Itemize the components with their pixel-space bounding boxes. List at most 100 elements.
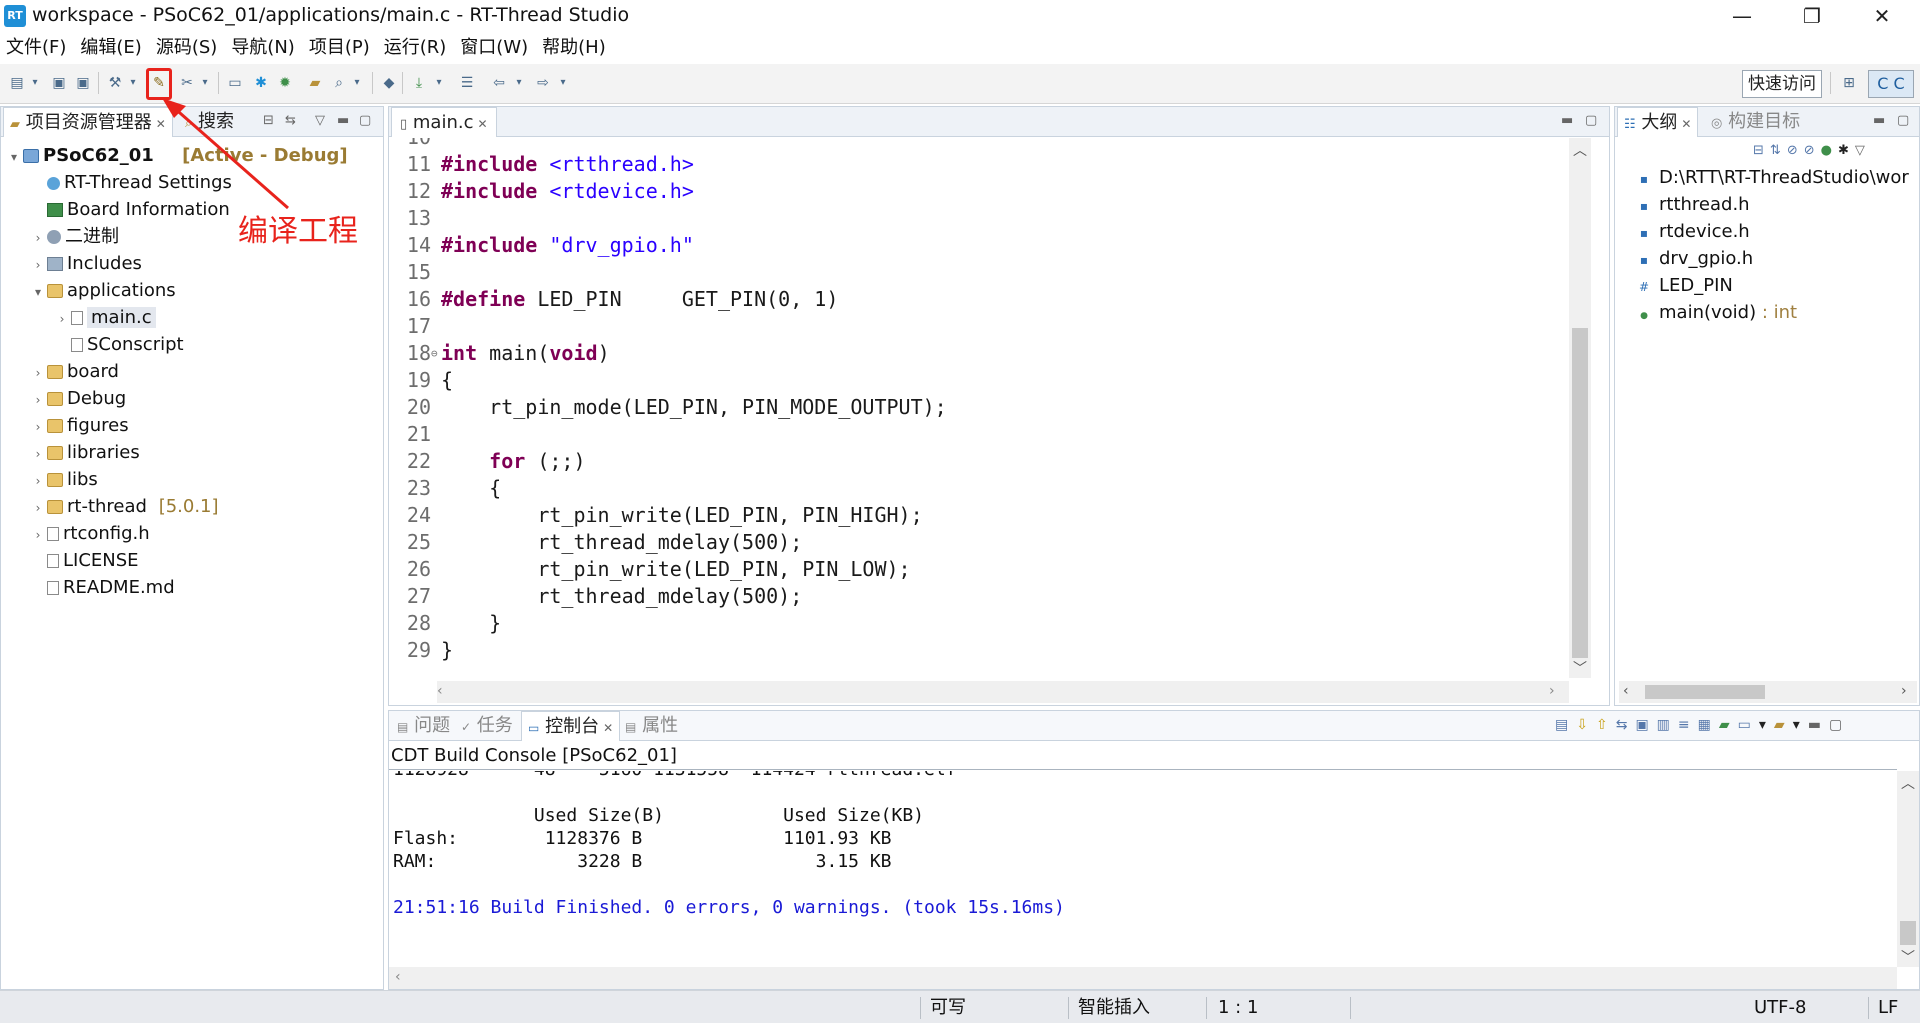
settings-gear-icon[interactable]: ✱ <box>252 74 270 92</box>
scroll-up-icon[interactable]: ︿ <box>1901 773 1915 793</box>
scroll-up-icon[interactable]: ︿ <box>1573 140 1587 160</box>
tab-tasks[interactable]: ✓ 任务 <box>457 711 517 741</box>
forward-dropdown-icon[interactable]: ▾ <box>558 74 568 92</box>
tab-outline[interactable]: ☷ 大纲 ✕ <box>1617 107 1699 137</box>
download-dropdown-icon[interactable]: ▾ <box>434 74 444 92</box>
outline-item[interactable]: ▪ D:\RTT\RT-ThreadStudio\wor <box>1637 165 1909 191</box>
minimize-icon[interactable]: ▬ <box>1808 717 1829 733</box>
debug-bug-icon[interactable]: ✹ <box>276 74 294 92</box>
tab-properties[interactable]: ▤ 属性 <box>621 711 682 741</box>
open-folder-icon[interactable]: ▰ <box>306 74 324 92</box>
build-config-icon[interactable]: ⚒ <box>106 74 124 92</box>
open-console-icon[interactable]: ▰ <box>1719 717 1738 733</box>
save-icon[interactable]: ▣ <box>50 74 68 92</box>
close-icon[interactable]: ✕ <box>1681 117 1691 131</box>
hide-nonpublic-icon[interactable]: ● <box>1821 143 1838 158</box>
scroll-left-icon[interactable]: ‹ <box>1623 683 1629 699</box>
outline-item[interactable]: ▪ drv_gpio.h <box>1637 246 1753 272</box>
scroll-right-icon[interactable]: › <box>1549 683 1555 699</box>
maximize-icon[interactable]: ▢ <box>1829 717 1850 733</box>
menu-edit[interactable]: 编辑(E) <box>74 34 149 62</box>
build-config-dropdown-icon[interactable]: ▾ <box>128 74 138 92</box>
chevron-right-icon[interactable]: › <box>31 524 45 546</box>
minimize-icon[interactable]: ▬ <box>1873 113 1885 128</box>
save-all-icon[interactable]: ▣ <box>74 74 92 92</box>
scroll-thumb[interactable] <box>1645 685 1765 699</box>
tree-item[interactable]: › Debug <box>31 388 127 411</box>
menu-project[interactable]: 项目(P) <box>303 34 378 62</box>
clear-console-icon[interactable]: ▥ <box>1657 717 1678 733</box>
status-encoding[interactable]: UTF-8 <box>1754 994 1806 1022</box>
tree-item[interactable]: › libs <box>31 469 98 491</box>
menu-file[interactable]: 文件(F) <box>0 34 74 62</box>
menu-window[interactable]: 窗口(W) <box>454 34 536 62</box>
tree-item[interactable]: SConscript <box>55 334 184 356</box>
tree-item[interactable]: › libraries <box>31 442 140 464</box>
link-icon[interactable]: ⇆ <box>1616 717 1636 733</box>
layers-icon[interactable]: ☰ <box>458 74 476 92</box>
chevron-right-icon[interactable]: › <box>31 389 45 411</box>
view-menu-icon[interactable]: ▽ <box>1855 143 1871 158</box>
chevron-down-icon[interactable]: ▾ <box>7 146 21 168</box>
tree-item[interactable]: › Includes <box>31 253 142 275</box>
tab-main-c[interactable]: ▯ main.c ✕ <box>391 107 497 137</box>
minimize-button[interactable]: — <box>1712 0 1772 34</box>
close-button[interactable]: ✕ <box>1852 0 1912 34</box>
pin-icon[interactable]: ▦ <box>1698 717 1719 733</box>
scroll-down-icon[interactable]: ﹀ <box>1573 658 1587 678</box>
console-horizontal-scrollbar[interactable]: ‹ <box>389 967 1897 989</box>
tree-item[interactable]: LICENSE <box>31 550 139 572</box>
next-error-icon[interactable]: ⇩ <box>1576 717 1596 733</box>
close-icon[interactable]: ✕ <box>603 721 613 735</box>
prev-error-icon[interactable]: ⇧ <box>1596 717 1616 733</box>
download-icon[interactable]: ⤓ <box>410 74 428 92</box>
scroll-right-icon[interactable]: › <box>1901 683 1907 699</box>
maximize-icon[interactable]: ▢ <box>1897 113 1909 128</box>
chevron-right-icon[interactable]: › <box>31 254 45 276</box>
chevron-right-icon[interactable]: › <box>31 362 45 384</box>
chevron-down-icon[interactable]: ▾ <box>31 281 45 303</box>
editor-vertical-scrollbar[interactable]: ︿ ﹀ <box>1569 138 1591 678</box>
editor-horizontal-scrollbar[interactable]: ‹ › <box>437 681 1569 703</box>
monitor-icon[interactable]: ▭ <box>226 74 244 92</box>
tree-item[interactable]: › rtconfig.h <box>31 523 150 545</box>
outline-item[interactable]: ● main(void) : int <box>1637 300 1797 326</box>
tree-item[interactable]: › 二进制 <box>31 226 119 248</box>
tab-project-explorer[interactable]: ▰ 项目资源管理器 ✕ <box>3 107 173 137</box>
outline-horizontal-scrollbar[interactable]: ‹ › <box>1619 681 1917 703</box>
console-output[interactable]: 1128928 48 5160 1131558 114424 rtthread.… <box>389 771 1895 947</box>
hide-fields-icon[interactable]: ⊘ <box>1787 143 1804 158</box>
code-editor[interactable]: 1011 #include <rtthread.h> 12 #include <rtd… <box>389 138 1354 665</box>
group-includes-icon[interactable]: ✱ <box>1838 143 1855 158</box>
chevron-right-icon[interactable]: › <box>31 227 45 249</box>
chevron-right-icon[interactable]: › <box>31 470 45 492</box>
tab-console[interactable]: ▭ 控制台 ✕ <box>521 711 621 741</box>
chevron-right-icon[interactable]: › <box>31 497 45 519</box>
back-icon[interactable]: ⇦ <box>490 74 508 92</box>
menu-source[interactable]: 源码(S) <box>150 34 225 62</box>
chevron-right-icon[interactable]: › <box>31 416 45 438</box>
tag-icon[interactable]: ◆ <box>380 74 398 92</box>
chevron-right-icon[interactable]: › <box>31 443 45 465</box>
scroll-thumb[interactable] <box>1900 921 1916 945</box>
rebuild-icon[interactable]: ✂ <box>178 74 196 92</box>
view-menu-icon[interactable]: ▽ <box>315 113 325 128</box>
display-console-icon[interactable]: ▭ <box>1738 717 1759 733</box>
minimize-icon[interactable]: ▬ <box>1561 113 1573 128</box>
menu-run[interactable]: 运行(R) <box>378 34 455 62</box>
menu-help[interactable]: 帮助(H) <box>536 34 614 62</box>
back-dropdown-icon[interactable]: ▾ <box>514 74 524 92</box>
tab-problems[interactable]: ▤ 问题 <box>393 711 454 741</box>
restore-button[interactable]: ❐ <box>1782 0 1842 34</box>
new-console-icon[interactable]: ▰ <box>1774 717 1793 733</box>
menu-navigate[interactable]: 导航(N) <box>225 34 303 62</box>
outline-item[interactable]: # LED_PIN <box>1637 273 1733 299</box>
scroll-down-icon[interactable]: ﹀ <box>1901 947 1915 967</box>
status-line-ending[interactable]: LF <box>1878 994 1898 1022</box>
tree-item[interactable]: ▾ applications <box>31 280 176 302</box>
console-properties-icon[interactable]: ▤ <box>1555 717 1576 733</box>
rebuild-dropdown-icon[interactable]: ▾ <box>200 74 210 92</box>
tree-item[interactable]: README.md <box>31 577 175 599</box>
fold-collapse-icon[interactable]: ⊖ <box>431 340 438 367</box>
collapse-all-icon[interactable]: ⊟ <box>1753 143 1770 158</box>
